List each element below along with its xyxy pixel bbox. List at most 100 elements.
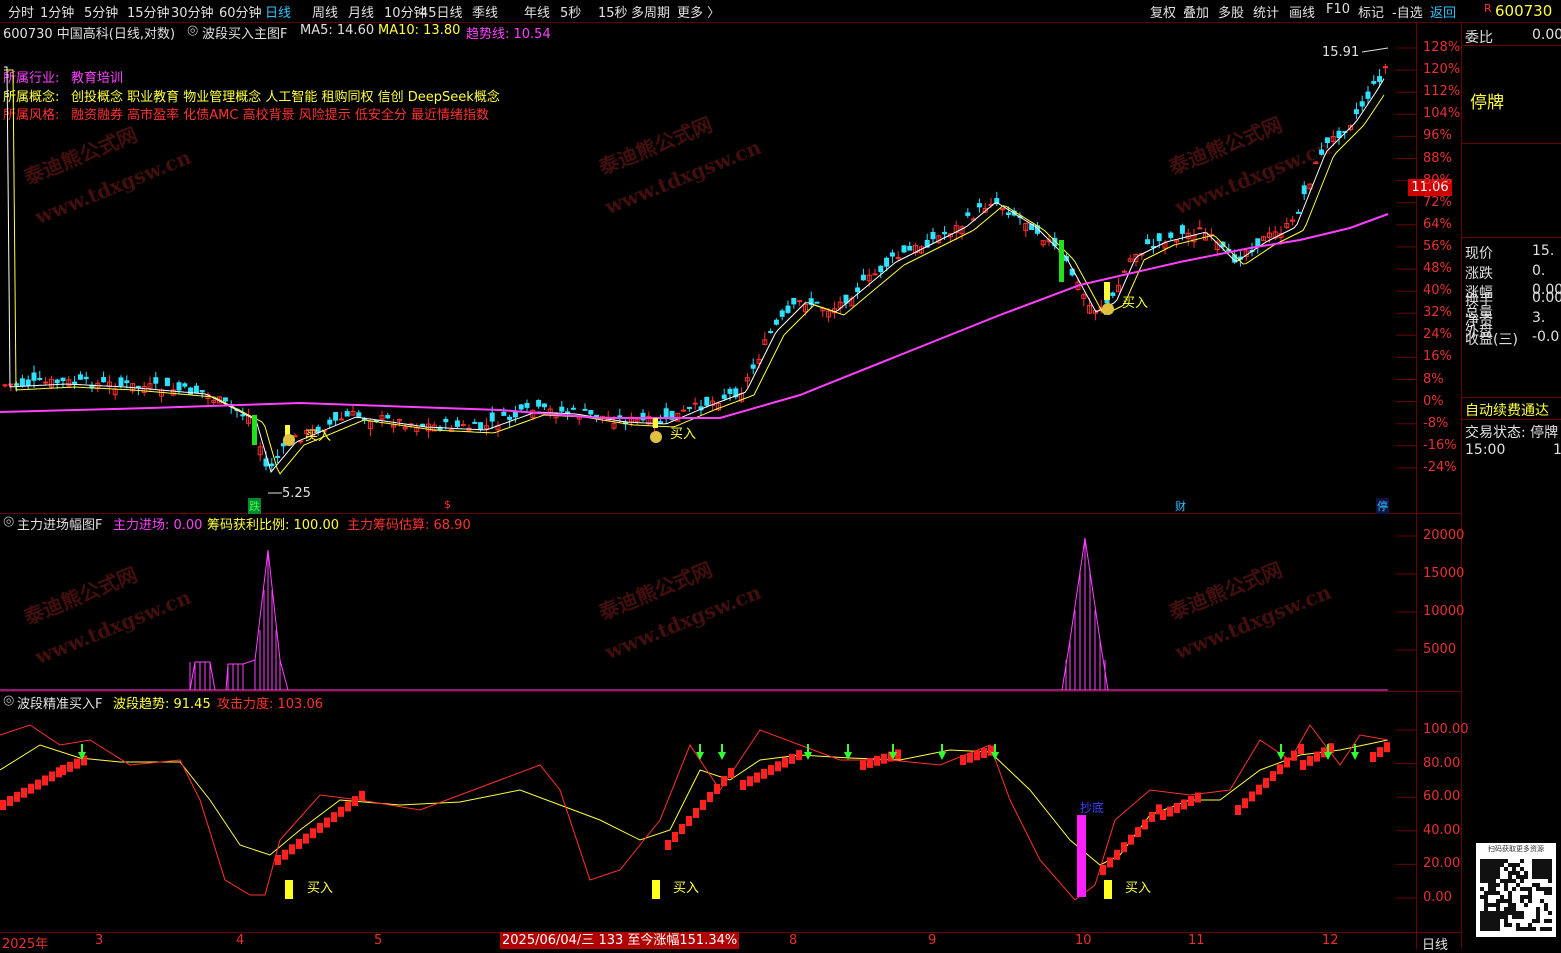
qr-module xyxy=(1488,903,1492,907)
chip-estimate-value: 主力筹码估算: 68.90 xyxy=(347,518,471,533)
qr-module xyxy=(1512,911,1516,915)
attack-block xyxy=(275,855,281,865)
qr-module xyxy=(1508,871,1512,875)
price-axis-tick: 32% xyxy=(1423,305,1452,321)
candle-body xyxy=(1319,149,1325,155)
attack-block xyxy=(1174,803,1180,813)
attack-block xyxy=(1256,784,1262,795)
attack-block xyxy=(345,801,351,812)
qr-module xyxy=(1520,895,1524,899)
candle-body xyxy=(1295,211,1301,214)
qr-module xyxy=(1524,871,1528,875)
sell-arrow-icon xyxy=(938,752,946,760)
qr-module xyxy=(1496,863,1500,867)
event-marker[interactable]: 跌 xyxy=(248,498,261,514)
attack-block xyxy=(14,791,20,802)
bot-axis-tick: 20.00 xyxy=(1423,856,1461,872)
attack-block xyxy=(21,787,27,798)
qr-module xyxy=(1504,911,1508,915)
bot-indicator-name[interactable]: 波段精准买入F xyxy=(17,693,102,712)
event-marker[interactable]: 财 xyxy=(1175,498,1186,514)
qr-module xyxy=(1540,859,1544,863)
qr-module xyxy=(1536,859,1540,863)
candle-body xyxy=(814,301,820,304)
qr-module xyxy=(1496,899,1500,903)
candle-body xyxy=(565,411,571,414)
qr-module xyxy=(1496,911,1500,915)
mid-axis-tick: 5000 xyxy=(1423,642,1457,657)
candle-body xyxy=(1121,270,1127,273)
period-label[interactable]: 日线 xyxy=(1422,934,1448,953)
attack-block xyxy=(359,790,365,801)
attack-block xyxy=(1235,805,1241,815)
qr-module xyxy=(1512,903,1516,907)
candle-body xyxy=(1110,292,1116,296)
mid-indicator-name[interactable]: 主力进场幅图F xyxy=(17,514,102,533)
x-axis-month: 11 xyxy=(1188,933,1205,948)
attack-block xyxy=(721,776,727,786)
candle-body xyxy=(1382,66,1388,69)
attack-block xyxy=(1300,760,1306,770)
candle-body xyxy=(1145,239,1151,245)
indicator-menu-icon[interactable]: ◎ xyxy=(3,514,14,529)
candle-body xyxy=(356,412,362,417)
mid-axis-tick: 10000 xyxy=(1423,604,1465,619)
qr-module xyxy=(1532,863,1536,867)
qr-module xyxy=(1536,907,1540,911)
candle-body xyxy=(1179,225,1185,234)
suspended-status: 停牌 xyxy=(1470,93,1504,113)
auto-renew-link[interactable]: 自动续费通达 xyxy=(1465,400,1549,420)
qr-module xyxy=(1500,911,1504,915)
qr-module xyxy=(1528,887,1532,891)
event-marker[interactable]: 停 xyxy=(1376,498,1389,514)
qr-module xyxy=(1508,899,1512,903)
candle-body xyxy=(77,374,83,380)
qr-module xyxy=(1532,919,1536,923)
mid-axis-tick: 15000 xyxy=(1423,566,1465,581)
qr-module xyxy=(1496,883,1500,887)
qr-module xyxy=(1548,911,1552,915)
qr-module xyxy=(1520,927,1524,931)
candle-body xyxy=(1377,76,1383,82)
qr-module xyxy=(1520,911,1524,915)
attack-block xyxy=(974,750,980,761)
qr-module xyxy=(1496,915,1500,919)
quote-row-value: -0.0 xyxy=(1532,329,1560,345)
candle-body xyxy=(193,385,199,394)
attack-block xyxy=(693,808,699,818)
attack-block xyxy=(282,849,288,860)
candle-body xyxy=(907,245,913,251)
qr-module xyxy=(1544,871,1548,875)
qr-code[interactable]: 扫码获取更多资源 xyxy=(1476,843,1556,937)
kline-chart[interactable] xyxy=(0,0,1561,949)
divider xyxy=(1462,397,1561,398)
qr-module xyxy=(1500,879,1504,883)
qr-module xyxy=(1508,875,1512,879)
qr-module xyxy=(1528,891,1532,895)
qr-module xyxy=(1488,915,1492,919)
qr-module xyxy=(1540,899,1544,903)
candle-body xyxy=(582,408,588,411)
attack-block xyxy=(867,757,873,768)
qr-module xyxy=(1544,867,1548,871)
qr-module xyxy=(1480,875,1484,879)
candle-body xyxy=(1168,232,1174,238)
attack-block xyxy=(1263,777,1269,788)
qr-module xyxy=(1484,863,1488,867)
qr-module xyxy=(1484,911,1488,915)
indicator-menu-icon[interactable]: ◎ xyxy=(3,693,14,708)
attack-block xyxy=(1277,764,1283,775)
qr-module xyxy=(1520,915,1524,919)
qr-module xyxy=(1492,863,1496,867)
attack-block xyxy=(881,753,887,764)
candle-body xyxy=(1255,238,1261,247)
candle-body xyxy=(1000,208,1006,211)
event-marker[interactable]: $ xyxy=(444,498,451,511)
qr-module xyxy=(1496,919,1500,923)
bottom-fishing-bar xyxy=(1077,815,1086,897)
qr-module xyxy=(1488,863,1492,867)
qr-module xyxy=(1504,907,1508,911)
price-axis-tick: 0% xyxy=(1423,393,1444,409)
price-axis-tick: 8% xyxy=(1423,371,1444,387)
qr-module xyxy=(1484,923,1488,927)
